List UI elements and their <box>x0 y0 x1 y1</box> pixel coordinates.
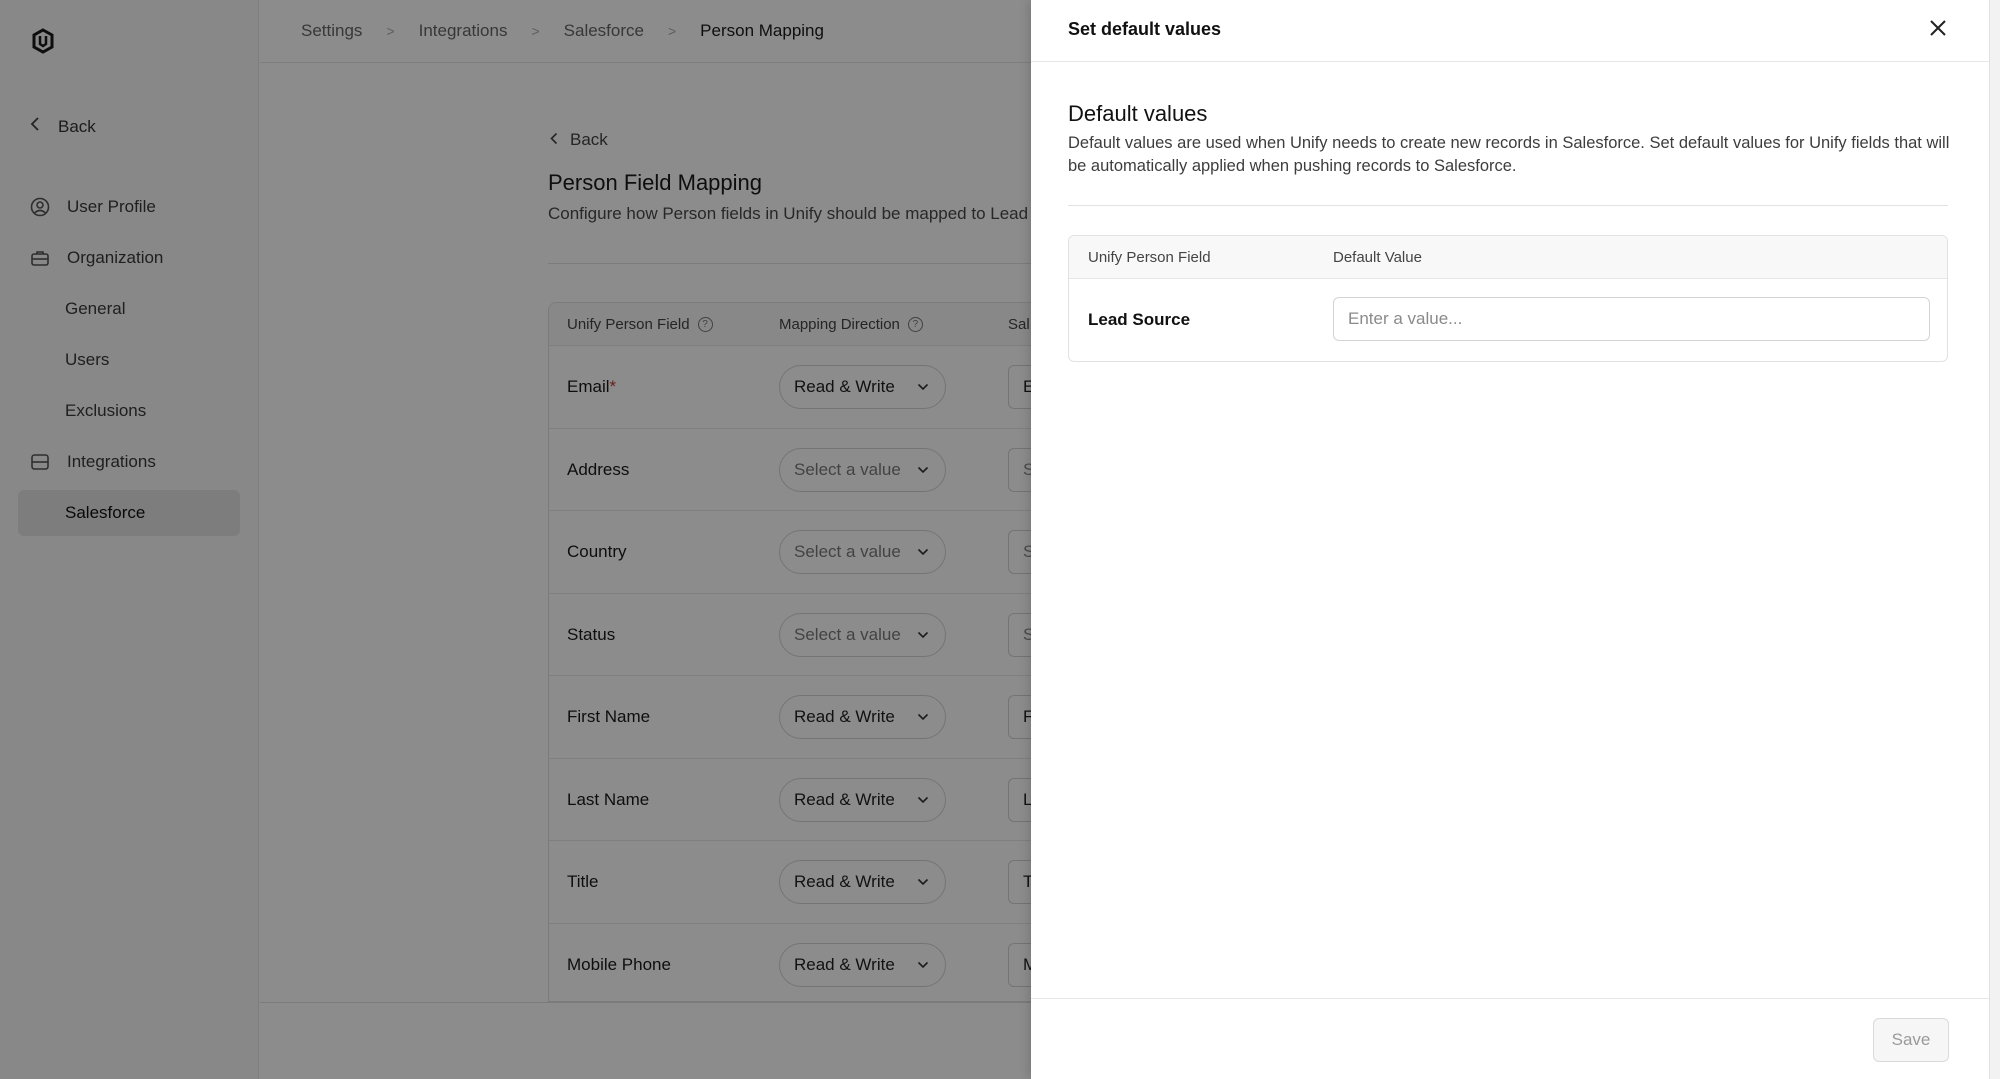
table-row: Lead Source <box>1069 279 1947 361</box>
close-button[interactable] <box>1925 17 1951 43</box>
column-header-unify-field: Unify Person Field <box>1088 249 1211 266</box>
field-name: Lead Source <box>1088 310 1191 329</box>
drawer-title: Set default values <box>1068 19 1222 39</box>
table-header: Unify Person Field Default Value <box>1069 236 1947 279</box>
drawer-header: Set default values <box>1031 0 1989 62</box>
scrollbar[interactable] <box>1989 0 2000 1079</box>
drawer-footer: Save <box>1031 998 1989 1079</box>
column-header-default-value: Default Value <box>1333 249 1422 266</box>
lead-source-default-input[interactable] <box>1333 297 1930 341</box>
divider <box>1068 205 1948 206</box>
section-description: Default values are used when Unify needs… <box>1068 134 1950 175</box>
section-title: Default values <box>1068 101 1208 126</box>
close-icon <box>1929 19 1947 42</box>
default-values-table: Unify Person Field Default Value Lead So… <box>1068 235 1948 362</box>
set-default-values-drawer: Set default values Default values Defaul… <box>1031 0 1989 1079</box>
save-button[interactable]: Save <box>1873 1018 1949 1062</box>
